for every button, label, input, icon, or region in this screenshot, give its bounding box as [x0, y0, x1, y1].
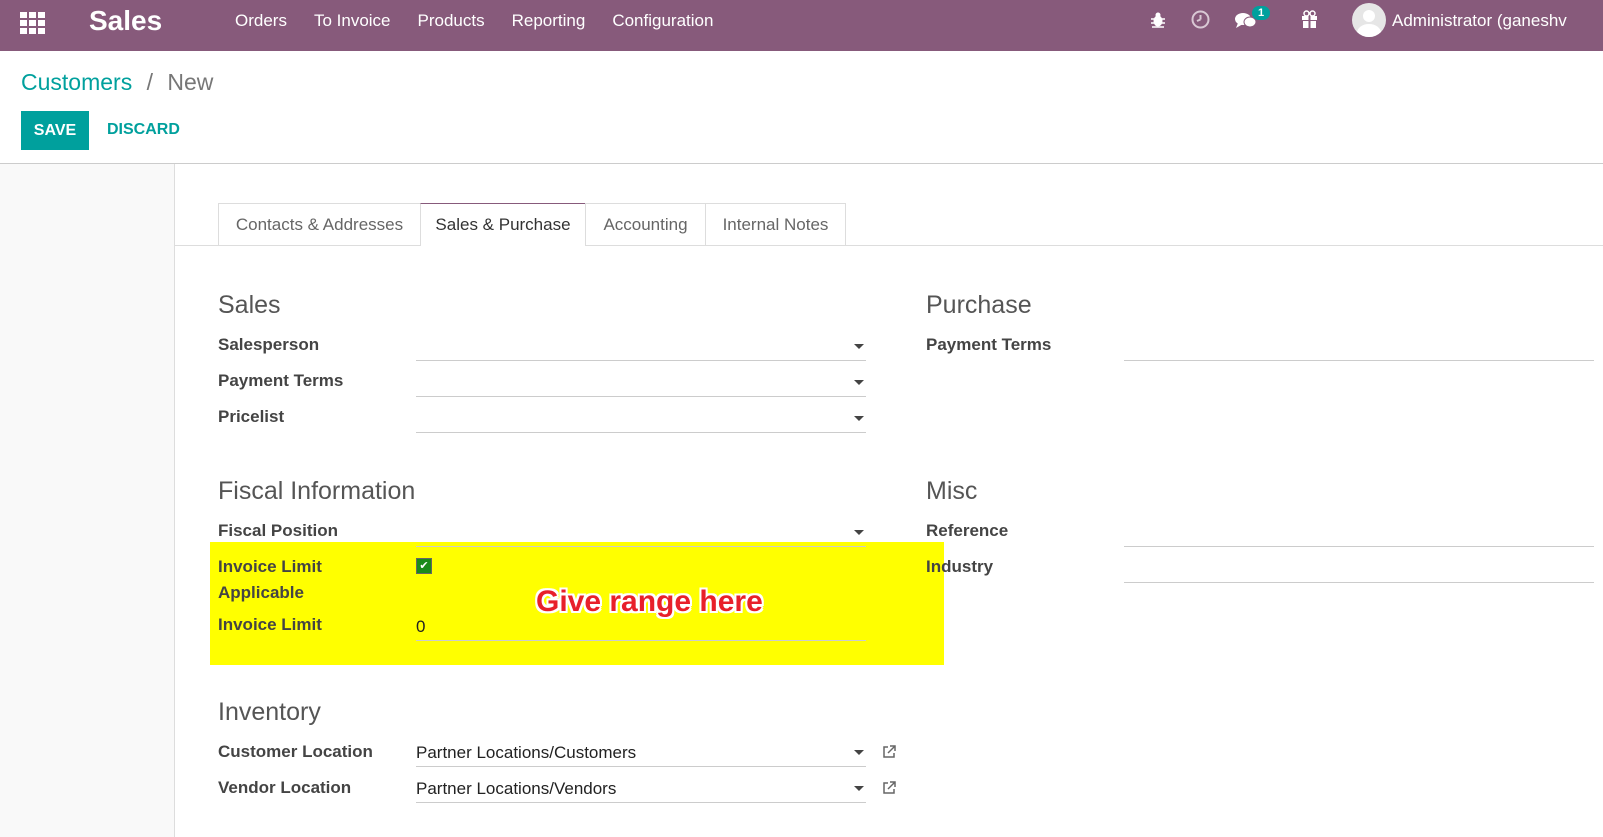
customer-location-value: Partner Locations/Customers	[416, 743, 637, 762]
breadcrumb: Customers / New	[21, 69, 213, 96]
menu-configuration[interactable]: Configuration	[612, 11, 713, 31]
invoice-limit-value: 0	[416, 617, 426, 636]
breadcrumb-current: New	[167, 69, 214, 95]
pricelist-label: Pricelist	[218, 407, 285, 426]
app-title: Sales	[89, 5, 163, 36]
salesperson-select[interactable]	[416, 334, 866, 361]
pricelist-select[interactable]	[416, 406, 866, 433]
chevron-down-icon[interactable]	[854, 530, 864, 535]
breadcrumb-customers[interactable]: Customers	[21, 69, 132, 95]
inventory-section-title: Inventory	[218, 698, 321, 726]
tab-sales-purchase[interactable]: Sales & Purchase	[420, 203, 586, 246]
fiscal-position-select[interactable]	[416, 520, 866, 547]
payment-terms-label: Payment Terms	[218, 371, 344, 390]
external-link-icon[interactable]	[882, 745, 896, 759]
form-side-background	[0, 164, 175, 837]
payment-terms-select[interactable]	[416, 370, 866, 397]
top-navbar: Sales Orders To Invoice Products Reporti…	[0, 0, 1603, 51]
reference-label: Reference	[926, 521, 1009, 540]
tab-internal-notes[interactable]: Internal Notes	[705, 203, 846, 245]
user-avatar[interactable]	[1352, 3, 1386, 37]
external-link-icon[interactable]	[882, 781, 896, 795]
purchase-payment-terms-select[interactable]	[1124, 334, 1594, 361]
save-button[interactable]: SAVE	[21, 111, 89, 150]
reference-input[interactable]	[1124, 520, 1594, 547]
annotation-text: Give range here	[536, 585, 763, 618]
fiscal-section-title: Fiscal Information	[218, 477, 416, 505]
chat-badge: 1	[1252, 6, 1271, 20]
main-menu: Orders To Invoice Products Reporting Con…	[235, 11, 740, 31]
chevron-down-icon[interactable]	[854, 380, 864, 385]
chevron-down-icon[interactable]	[854, 786, 864, 791]
app-switcher-icon[interactable]	[20, 12, 46, 34]
purchase-section-title: Purchase	[926, 291, 1032, 319]
vendor-location-label: Vendor Location	[218, 778, 352, 797]
industry-label: Industry	[926, 557, 994, 576]
chevron-down-icon[interactable]	[854, 416, 864, 421]
chevron-down-icon[interactable]	[854, 344, 864, 349]
user-menu[interactable]: Administrator (ganeshv	[1392, 11, 1567, 31]
discard-button[interactable]: DISCARD	[107, 121, 180, 139]
purchase-payment-terms-label: Payment Terms	[926, 335, 1052, 354]
gift-icon[interactable]	[1300, 10, 1319, 29]
menu-to-invoice[interactable]: To Invoice	[314, 11, 391, 31]
tab-accounting[interactable]: Accounting	[585, 203, 706, 245]
invoice-limit-label: Invoice Limit	[218, 615, 322, 634]
customer-location-select[interactable]: Partner Locations/Customers	[416, 740, 866, 767]
misc-section-title: Misc	[926, 477, 978, 505]
invoice-limit-applicable-label-line2: Applicable	[218, 583, 304, 602]
breadcrumb-separator: /	[146, 69, 153, 95]
vendor-location-select[interactable]: Partner Locations/Vendors	[416, 776, 866, 803]
salesperson-label: Salesperson	[218, 335, 320, 354]
bug-icon[interactable]	[1149, 11, 1167, 29]
check-icon: ✔	[419, 560, 429, 572]
menu-reporting[interactable]: Reporting	[512, 11, 586, 31]
fiscal-position-label: Fiscal Position	[218, 521, 338, 540]
menu-products[interactable]: Products	[418, 11, 485, 31]
invoice-limit-applicable-label-line1: Invoice Limit	[218, 557, 322, 576]
sales-section-title: Sales	[218, 291, 281, 319]
clock-icon[interactable]	[1191, 10, 1210, 29]
invoice-limit-applicable-checkbox[interactable]: ✔	[416, 558, 432, 574]
tab-contacts-addresses[interactable]: Contacts & Addresses	[218, 203, 421, 245]
menu-orders[interactable]: Orders	[235, 11, 287, 31]
customer-location-label: Customer Location	[218, 742, 373, 761]
control-panel: Customers / New SAVE DISCARD	[0, 51, 1603, 164]
vendor-location-value: Partner Locations/Vendors	[416, 779, 617, 798]
industry-select[interactable]	[1124, 556, 1594, 583]
chevron-down-icon[interactable]	[854, 750, 864, 755]
